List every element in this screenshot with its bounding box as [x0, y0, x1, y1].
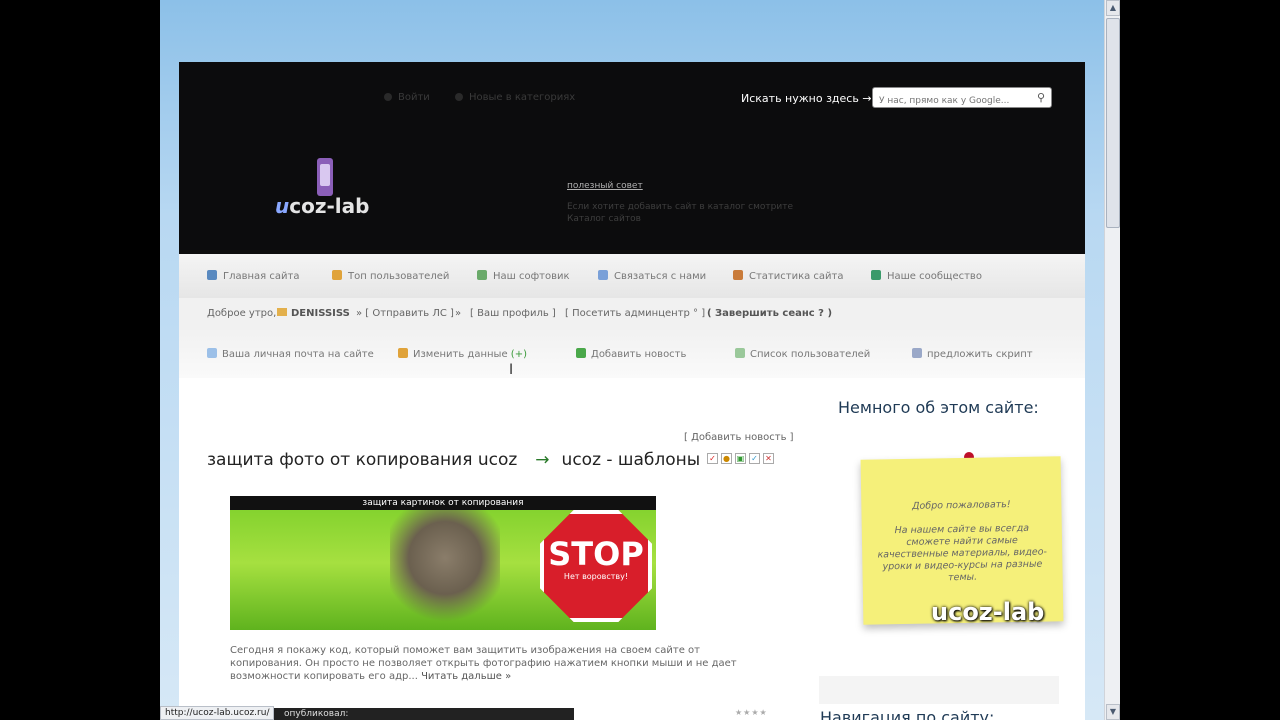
scroll-up-icon[interactable]: ▲: [1106, 0, 1120, 16]
nav-item-home[interactable]: Главная сайта: [207, 270, 299, 282]
scroll-thumb[interactable]: [1106, 18, 1120, 228]
published-bar: опубликовал:: [274, 708, 574, 720]
nav-item-software[interactable]: Наш софтовик: [477, 270, 570, 282]
nav-item-top-users[interactable]: Топ пользователей: [332, 270, 449, 282]
approve-icon[interactable]: ✓: [707, 453, 718, 464]
site-container: Войти Новые в категориях Искать нужно зд…: [179, 62, 1085, 720]
personal-mail-link[interactable]: Ваша личная почта на сайте: [207, 348, 374, 360]
search-label: Искать нужно здесь →: [741, 92, 872, 105]
note-welcome: Добро пожаловать!: [911, 499, 1011, 512]
sidebar-block: [819, 676, 1059, 704]
mail-envelope-icon: [277, 308, 287, 316]
status-bar-url: http://ucoz-lab.ucoz.ru/: [160, 706, 275, 720]
home-icon: [207, 270, 217, 280]
community-icon: [871, 270, 881, 280]
profile-link[interactable]: [ Ваш профиль ]: [470, 308, 556, 319]
nav-heading: Навигация по сайту:: [820, 708, 995, 720]
top-users-icon: [332, 270, 342, 280]
logo-text: ucoz-lab: [275, 194, 370, 218]
vertical-scrollbar[interactable]: ▲ ▼: [1104, 0, 1120, 720]
top-links: Войти Новые в категориях: [384, 92, 597, 103]
nav-item-contact[interactable]: Связаться с нами: [598, 270, 706, 282]
user-toolbar: Ваша личная почта на сайте Изменить данн…: [179, 328, 1085, 378]
nav-item-community[interactable]: Наше сообщество: [871, 270, 982, 282]
username-link[interactable]: DENISSISS: [277, 308, 350, 319]
software-icon: [477, 270, 487, 280]
note-logo: ucoz-lab: [931, 598, 1045, 626]
search-box[interactable]: ⚲: [872, 87, 1052, 111]
edit-icon: [398, 348, 408, 358]
banner-title: защита картинок от копирования: [230, 496, 656, 510]
text-cursor-icon: I: [509, 362, 514, 378]
mail-icon: [207, 348, 217, 358]
note-body: На нашем сайте вы всегда сможете найти с…: [877, 522, 1048, 584]
post-category-link[interactable]: ucoz - шаблоны: [562, 450, 701, 470]
add-news-toolbar-link[interactable]: Добавить новость: [576, 348, 686, 360]
user-list-link[interactable]: Список пользователей: [735, 348, 870, 360]
kitten-image: [390, 510, 500, 630]
stats-icon: [733, 270, 743, 280]
greeting: Доброе утро,: [207, 308, 277, 319]
read-more-link[interactable]: Читать дальше »: [421, 671, 511, 682]
edit-data-link[interactable]: Изменить данные (+): [398, 348, 527, 360]
new-in-categories-link[interactable]: Новые в категориях: [455, 92, 575, 103]
left-black-border: [0, 0, 160, 720]
moderation-icons: ✓ ● ▣ ✓ ✕: [707, 446, 777, 465]
post-excerpt: Сегодня я покажу код, который поможет ва…: [230, 645, 737, 682]
about-title: Немного об этом сайте:: [838, 398, 1039, 417]
delete-icon[interactable]: ✕: [763, 453, 774, 464]
add-icon: [576, 348, 586, 358]
separator: »: [455, 308, 462, 319]
login-link[interactable]: Войти: [384, 92, 430, 103]
search-icon[interactable]: ⚲: [1037, 91, 1045, 104]
tip-title[interactable]: полезный совет: [567, 180, 807, 192]
search-script-icon: [912, 348, 922, 358]
copy-icon[interactable]: ▣: [735, 453, 746, 464]
main-navbar: Главная сайта Топ пользователей Наш софт…: [179, 254, 1085, 298]
user-bar: Доброе утро, DENISSISS » [ Отправить ЛС …: [179, 298, 1085, 328]
right-black-border: [1120, 0, 1280, 720]
search-input[interactable]: [879, 91, 1029, 111]
logo-mark-icon: [317, 158, 333, 196]
stop-word: STOP: [548, 535, 644, 573]
send-pm-link[interactable]: » [ Отправить ЛС ]: [356, 308, 454, 319]
tip-text: Если хотите добавить сайт в каталог смот…: [567, 202, 793, 224]
contact-icon: [598, 270, 608, 280]
post-title-link[interactable]: защита фото от копирования ucoz: [207, 450, 517, 470]
scroll-down-icon[interactable]: ▼: [1106, 704, 1120, 720]
rating-stars-icon[interactable]: ★★★★: [735, 708, 768, 717]
logout-link[interactable]: ( Завершить сеанс ? ): [707, 308, 832, 319]
site-header: Войти Новые в категориях Искать нужно зд…: [179, 62, 1085, 254]
list-icon: [735, 348, 745, 358]
arrow-icon: →: [535, 450, 550, 470]
post-title: защита фото от копирования ucoz → ucoz - ш…: [207, 450, 700, 470]
add-news-link[interactable]: [ Добавить новость ]: [684, 432, 794, 443]
move-icon[interactable]: ✓: [749, 453, 760, 464]
stop-sign: STOP Нет воровству!: [540, 510, 652, 622]
post-banner-image[interactable]: защита картинок от копирования STOP Нет …: [230, 496, 656, 630]
useful-tip: полезный совет Если хотите добавить сайт…: [567, 180, 807, 225]
admin-center-link[interactable]: [ Посетить админцентр ° ]: [565, 308, 705, 319]
nav-item-stats[interactable]: Статистика сайта: [733, 270, 844, 282]
login-icon: [384, 93, 392, 101]
stop-subtitle: Нет воровству!: [563, 572, 629, 581]
category-icon: [455, 93, 463, 101]
edit-post-icon[interactable]: ●: [721, 453, 732, 464]
suggest-script-link[interactable]: предложить скрипт: [912, 348, 1033, 360]
browser-viewport: Войти Новые в категориях Искать нужно зд…: [160, 0, 1104, 720]
